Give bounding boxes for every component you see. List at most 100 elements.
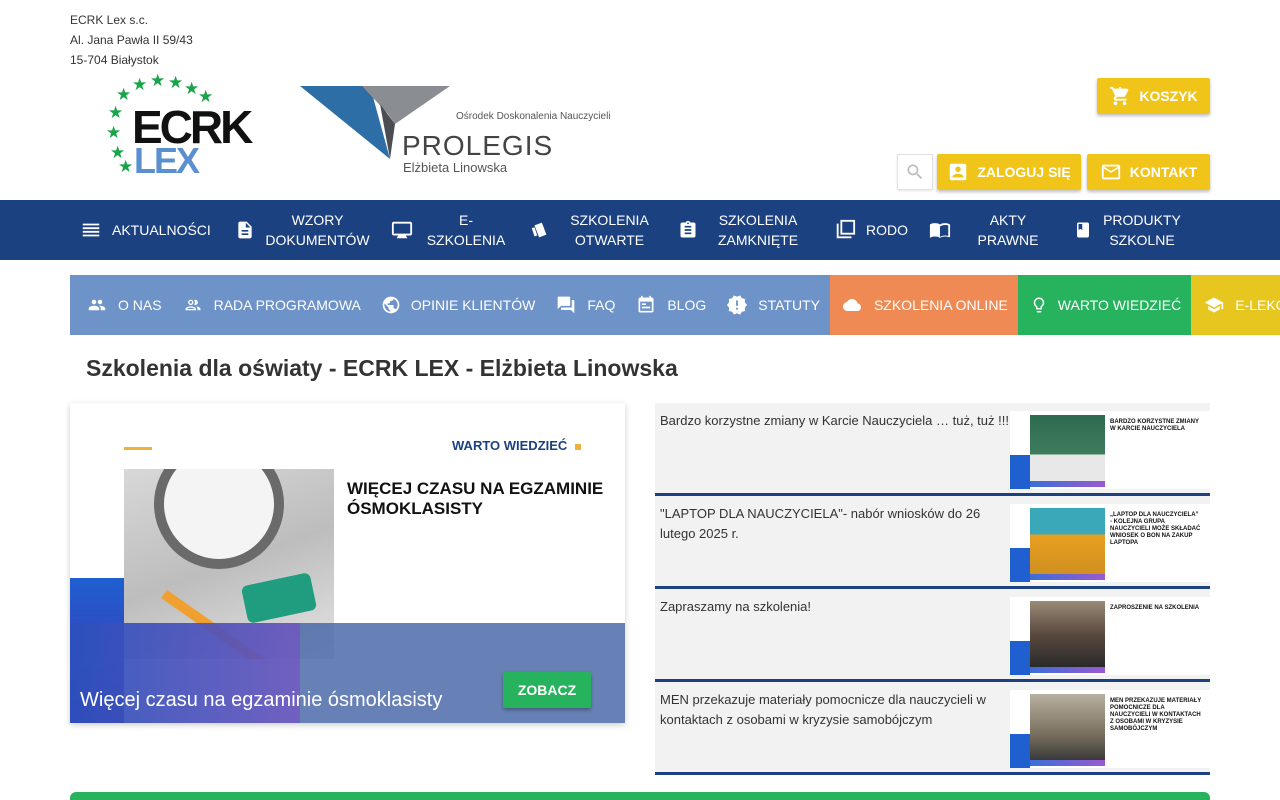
star-icon: ★ [184,79,200,98]
nav-item-akty-prawne[interactable]: AKTY PRAWNE [918,200,1064,260]
nav-item-szkolenia-otwarte[interactable]: SZKOLENIA OTWARTE [518,200,668,260]
chat-icon [557,296,575,314]
subnav-item-faq[interactable]: FAQ [545,275,625,335]
featured-article[interactable]: WARTO WIEDZIEĆ WIĘCEJ CZASU NA EGZAMINIE… [70,403,625,723]
people-icon [88,299,106,311]
thumb-caption: BARDZO KORZYSTNE ZMIANY W KARCIE NAUCZYC… [1110,419,1199,432]
login-label: ZALOGUJ SIĘ [977,164,1071,180]
login-button[interactable]: ZALOGUJ SIĘ [937,154,1081,190]
account-icon [950,163,967,181]
nav-label: WZORY DOKUMENTÓW [265,212,370,248]
accent-line [124,447,152,450]
news-title[interactable]: MEN przekazuje materiały pomocnicze dla … [660,690,1010,730]
thumb-decor [1010,641,1030,675]
star-icon: ★ [116,85,132,104]
search-icon [907,164,923,180]
subnav-item-statuty[interactable]: STATUTY [716,275,830,335]
cards-icon [531,222,547,238]
thumb-caption: MEN PRZEKAZUJE MATERIAŁY POMOCNICZE DLA … [1110,698,1202,732]
subnav-item-warto-wiedziec[interactable]: WARTO WIEDZIEĆ [1017,275,1192,335]
subnav-label: OPINIE KLIENTÓW [410,297,536,313]
nav-item-aktualnosci[interactable]: AKTUALNOŚCI [70,200,225,260]
news-list: Bardzo korzystne zmiany w Karcie Nauczyc… [655,403,1210,775]
subnav-label: RADA PROGRAMOWA [213,297,361,313]
star-icon: ★ [168,73,184,92]
mail-icon [1101,164,1120,180]
featured-tag: WARTO WIEDZIEĆ [452,438,568,453]
news-item[interactable]: MEN przekazuje materiały pomocnicze dla … [655,682,1210,775]
subnav-item-blog[interactable]: BLOG [625,275,716,335]
document-icon [238,221,252,239]
school-icon [1205,297,1224,313]
group-icon [185,299,201,311]
nav-label: AKTUALNOŚCI [112,222,211,238]
thumb-decor [1010,734,1030,768]
search-button[interactable] [897,154,933,190]
subnav-label: SZKOLENIA ONLINE [873,297,1008,313]
news-title[interactable]: Bardzo korzystne zmiany w Karcie Nauczyc… [660,411,1010,431]
nav-item-rodo[interactable]: RODO [824,200,918,260]
subnav-item-szkolenia-online[interactable]: SZKOLENIA ONLINE [829,275,1018,335]
globe-icon [382,296,400,314]
subnav-label: FAQ [587,297,616,313]
cart-button[interactable]: KOSZYK [1097,78,1210,114]
contact-button[interactable]: KONTAKT [1087,154,1210,190]
nav-item-szkolenia-zamkniete[interactable]: SZKOLENIA ZAMKNIĘTE [668,200,824,260]
news-title[interactable]: Zapraszamy na szkolenia! [660,597,1010,617]
ecrk-lex-logo[interactable]: ★ ★ ★ ★ ★ ★ ★ ★ ★ ★ ECRK LEX [104,71,274,181]
subnav-item-o-nas[interactable]: O NAS [70,275,172,335]
cart-label: KOSZYK [1139,88,1198,104]
thumb-decor [1010,548,1030,582]
subnav-label: WARTO WIEDZIEĆ [1057,297,1182,313]
news-thumbnail[interactable]: ZAPROSZENIE NA SZKOLENIA [1010,597,1210,675]
news-item[interactable]: Zapraszamy na szkolenia! ZAPROSZENIE NA … [655,589,1210,682]
news-thumbnail[interactable]: MEN PRZEKAZUJE MATERIAŁY POMOCNICZE DLA … [1010,690,1210,768]
product-icon [1077,222,1089,238]
cloud-icon [842,299,861,311]
nav-label: PRODUKTY SZKOLNE [1103,212,1181,248]
thumb-caption: „LAPTOP DLA NAUCZYCIELA” - KOLEJNA GRUPA… [1110,512,1201,546]
news-thumbnail[interactable]: „LAPTOP DLA NAUCZYCIELA” - KOLEJNA GRUPA… [1010,504,1210,582]
nav-label: AKTY PRAWNE [977,212,1039,248]
clipboard-icon [680,220,696,238]
star-icon: ★ [118,157,134,176]
subnav-item-e-lekcje[interactable]: E-LEKCJE [1191,275,1280,335]
news-thumbnail[interactable]: BARDZO KORZYSTNE ZMIANY W KARCIE NAUCZYC… [1010,411,1210,489]
badge-icon [727,295,748,315]
nav-label: SZKOLENIA ZAMKNIĘTE [717,212,799,248]
thumb-photo [1030,508,1105,574]
prolegis-subtitle: Ośrodek Doskonalenia Nauczycieli [456,111,611,122]
subnav-item-rada-programowa[interactable]: RADA PROGRAMOWA [172,275,371,335]
cart-icon [1110,86,1129,106]
screen-icon [391,221,413,239]
subnav-label: O NAS [118,297,162,313]
contact-label: KONTAKT [1129,164,1198,180]
company-street: Al. Jana Pawła II 59/43 [70,33,193,47]
prolegis-person: Elżbieta Linowska [403,160,508,175]
star-icon: ★ [132,75,148,94]
nav-item-wzory-dokumentow[interactable]: WZORY DOKUMENTÓW [225,200,380,260]
subnav-item-opinie-klientow[interactable]: OPINIE KLIENTÓW [371,275,545,335]
prolegis-logo[interactable]: Ośrodek Doskonalenia Nauczycieli PROLEGI… [300,84,630,184]
secondary-navigation: O NAS RADA PROGRAMOWA OPINIE KLIENTÓW FA… [70,275,1280,335]
prolegis-name: PROLEGIS [402,130,554,161]
tag-dot [575,444,581,450]
featured-caption[interactable]: Więcej czasu na egzaminie ósmoklasisty [80,689,442,712]
logo-text-lex: LEX [134,140,200,181]
news-title[interactable]: "LAPTOP DLA NAUCZYCIELA"- nabór wniosków… [660,504,1010,544]
nav-label: SZKOLENIA OTWARTE [570,212,649,248]
star-icon: ★ [106,123,122,142]
company-name: ECRK Lex s.c. [70,13,149,27]
zobacz-button[interactable]: ZOBACZ [503,672,591,708]
subnav-label: STATUTY [758,297,820,313]
page-title: Szkolenia dla oświaty - ECRK LEX - Elżbi… [86,355,678,381]
nav-item-e-szkolenia[interactable]: E-SZKOLENIA [380,200,518,260]
news-item[interactable]: Bardzo korzystne zmiany w Karcie Nauczyc… [655,403,1210,496]
main-navigation: AKTUALNOŚCI WZORY DOKUMENTÓW E-SZKOLENIA… [0,200,1280,260]
nav-item-produkty-szkolne[interactable]: PRODUKTY SZKOLNE [1064,200,1204,260]
eraser-icon [240,572,318,624]
news-item[interactable]: "LAPTOP DLA NAUCZYCIELA"- nabór wniosków… [655,496,1210,589]
star-icon: ★ [150,71,166,90]
company-city: 15-704 Białystok [70,53,159,67]
bulb-icon [1033,297,1045,313]
